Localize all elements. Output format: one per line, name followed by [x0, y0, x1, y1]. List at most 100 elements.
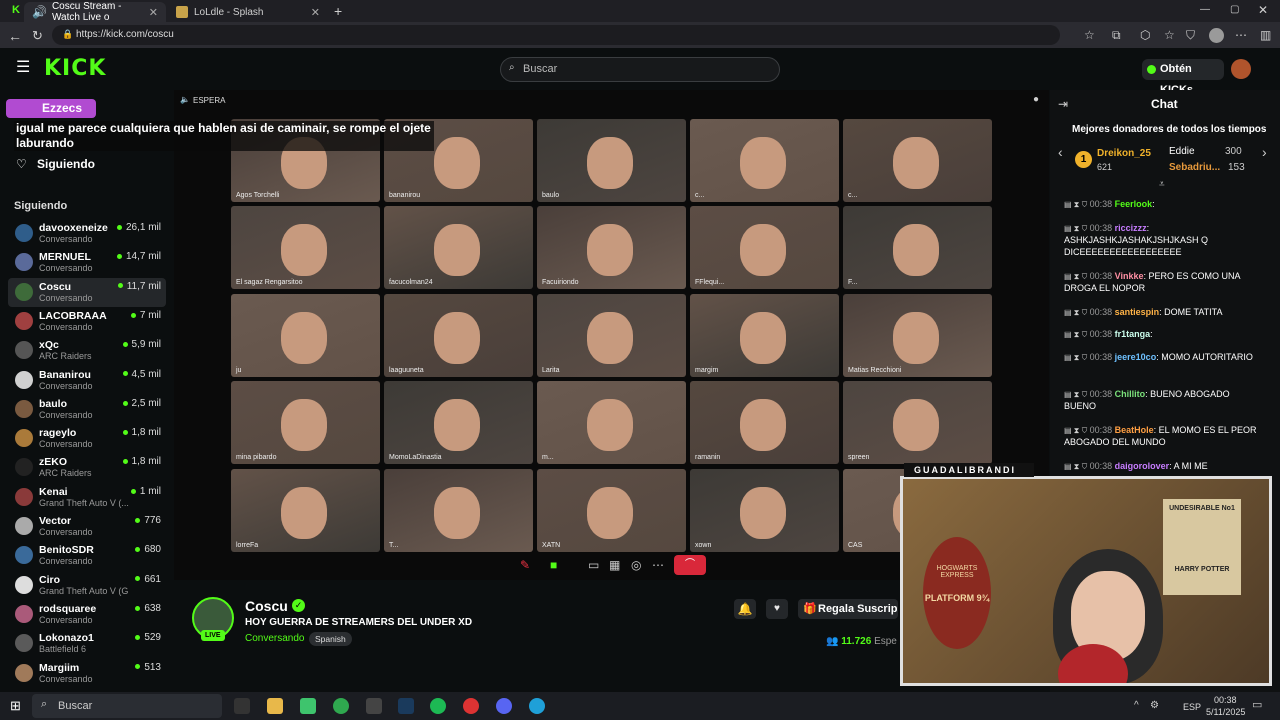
site-info-icon[interactable]: 🔒	[62, 30, 73, 39]
file-explorer-icon[interactable]	[267, 698, 283, 714]
language-tag[interactable]: Spanish	[309, 632, 352, 646]
bell-icon[interactable]: 🔔	[734, 599, 756, 619]
spotify-icon[interactable]	[430, 698, 446, 714]
extension-icon[interactable]: ⬡	[1140, 29, 1150, 41]
user-avatar[interactable]	[1231, 59, 1251, 79]
new-tab-icon[interactable]: +	[334, 4, 342, 18]
chat-bubble-icon[interactable]: ●	[1033, 95, 1039, 105]
taskbar-search[interactable]: Buscar	[32, 694, 222, 718]
effects-icon[interactable]: ◎	[631, 559, 641, 571]
participant-tile[interactable]: facucolman24	[384, 206, 533, 289]
discord-icon[interactable]	[496, 698, 512, 714]
tray-chevron-icon[interactable]: ^	[1134, 701, 1139, 711]
sidebar-item-coscu[interactable]: Coscu Conversando 11,7 mil	[8, 277, 166, 307]
edge-icon[interactable]	[529, 698, 545, 714]
tab-coscu[interactable]: 🔊 Coscu Stream - Watch Live o ✕	[24, 1, 166, 23]
back-icon[interactable]: ←	[8, 29, 22, 43]
sidebar-item-rodsquaree[interactable]: rodsquaree Conversando 638	[8, 600, 166, 629]
message-user[interactable]: Chillito	[1115, 389, 1146, 399]
stream-category[interactable]: Conversando	[245, 633, 304, 644]
message-user[interactable]: fr1tanga	[1115, 329, 1151, 339]
kick-logo[interactable]: KICK	[44, 56, 106, 81]
favorite-star-icon[interactable]: ☆	[1084, 29, 1095, 41]
app-icon[interactable]	[234, 698, 250, 714]
sidebar-item-bananirou[interactable]: Bananirou Conversando 4,5 mil	[8, 366, 166, 395]
participant-tile[interactable]: XATN	[537, 469, 686, 552]
windows-start-icon[interactable]: ⊞	[10, 699, 21, 712]
clock-date[interactable]: 5/11/2025	[1206, 707, 1245, 717]
url-input[interactable]: https://kick.com/coscu	[52, 25, 1060, 45]
close-tab-icon[interactable]: ✕	[311, 6, 320, 19]
expand-donors-icon[interactable]: ⩡	[1159, 180, 1165, 190]
sidebar-toggle-icon[interactable]: ▥	[1260, 29, 1271, 41]
message-user[interactable]: Vinkke	[1115, 271, 1144, 281]
shield-icon[interactable]: ⛉	[1186, 29, 1195, 41]
participant-tile[interactable]: m...	[537, 381, 686, 464]
participant-tile[interactable]: xown	[690, 469, 839, 552]
sidebar-item-lokonazo1[interactable]: Lokonazo1 Battlefield 6 529	[8, 629, 166, 658]
gift-sub-button[interactable]: 🎁 Regala Suscrip	[798, 599, 898, 619]
profile-avatar[interactable]	[1209, 28, 1224, 43]
speaker-icon[interactable]: 🔈	[180, 96, 190, 104]
sidebar-item-kenai[interactable]: Kenai Grand Theft Auto V (... 1 mil	[8, 483, 166, 512]
collapse-chat-icon[interactable]: ⇥	[1058, 98, 1068, 110]
participant-tile[interactable]: c...	[690, 119, 839, 202]
close-window-icon[interactable]: ✕	[1258, 4, 1268, 16]
mic-off-icon[interactable]: ✎	[520, 559, 530, 571]
participant-tile[interactable]: F...	[843, 206, 992, 289]
message-user[interactable]: santiespin	[1115, 307, 1160, 317]
favorites-icon[interactable]: ☆	[1164, 29, 1175, 41]
tab-loldle[interactable]: LoLdle - Splash ✕	[168, 2, 328, 22]
participant-tile[interactable]: Larita	[537, 294, 686, 377]
donor-name[interactable]: Dreikon_25	[1097, 148, 1151, 159]
hamburger-menu-icon[interactable]: ☰	[16, 60, 30, 76]
sidebar-item-rageylo[interactable]: rageylo Conversando 1,8 mil	[8, 424, 166, 453]
message-user[interactable]: daigorolover	[1115, 461, 1170, 471]
chevron-left-icon[interactable]: ‹	[1058, 145, 1063, 159]
participant-tile[interactable]: lorreFa	[231, 469, 380, 552]
message-user[interactable]: BeatHole	[1115, 425, 1154, 435]
minimize-icon[interactable]: —	[1200, 5, 1210, 15]
sidebar-item-benitosdr[interactable]: BenitoSDR Conversando 680	[8, 541, 166, 570]
participant-tile[interactable]: Matias Recchioni	[843, 294, 992, 377]
participant-tile[interactable]: Facuiriondo	[537, 206, 686, 289]
share-screen-icon[interactable]: ▭	[588, 559, 599, 571]
language-indicator[interactable]: ESP	[1183, 702, 1201, 712]
xbox-icon[interactable]	[333, 698, 349, 714]
more-icon[interactable]: ⋯	[652, 559, 664, 571]
participant-tile[interactable]: margim	[690, 294, 839, 377]
sidebar-item-zeko[interactable]: zEKO ARC Raiders 1,8 mil	[8, 453, 166, 482]
sidebar-item-margiim[interactable]: Margiim Conversando 513	[8, 659, 166, 688]
sidebar-item-vector[interactable]: Vector Conversando 776	[8, 512, 166, 541]
grid-icon[interactable]: ▦	[609, 559, 620, 571]
participant-tile[interactable]: baulo	[537, 119, 686, 202]
app-icon[interactable]	[300, 698, 316, 714]
epic-games-icon[interactable]	[366, 698, 382, 714]
participant-tile[interactable]: ju	[231, 294, 380, 377]
obs-icon[interactable]	[463, 698, 479, 714]
participant-tile[interactable]: El sagaz Rengarsitoo	[231, 206, 380, 289]
participant-tile[interactable]: spreen	[843, 381, 992, 464]
camera-icon[interactable]: ■	[550, 559, 557, 571]
menu-dots-icon[interactable]: ⋯	[1235, 29, 1247, 41]
heart-follow-icon[interactable]: ♥	[766, 599, 788, 619]
following-nav[interactable]: Siguiendo	[37, 157, 95, 171]
steam-icon[interactable]	[398, 698, 414, 714]
message-user[interactable]: jeere10co	[1115, 352, 1157, 362]
donor-name[interactable]: Sebadriu...	[1169, 162, 1220, 173]
participant-tile[interactable]: laaguuneta	[384, 294, 533, 377]
tray-icon[interactable]: ⚙	[1150, 701, 1159, 711]
participant-tile[interactable]: T...	[384, 469, 533, 552]
maximize-icon[interactable]: ▢	[1230, 5, 1239, 15]
participant-tile[interactable]: MomoLaDinastia	[384, 381, 533, 464]
sidebar-item-xqc[interactable]: xQc ARC Raiders 5,9 mil	[8, 336, 166, 365]
clock-time[interactable]: 00:38	[1214, 695, 1237, 705]
message-user[interactable]: riccizzz	[1115, 223, 1147, 233]
refresh-icon[interactable]: ↻	[32, 29, 43, 42]
sidebar-item-lacobraaa[interactable]: LACOBRAAA Conversando 7 mil	[8, 307, 166, 336]
notifications-icon[interactable]: ▭	[1252, 700, 1262, 711]
participant-tile[interactable]: FFlequi...	[690, 206, 839, 289]
participant-tile[interactable]: mina pibardo	[231, 381, 380, 464]
hang-up-button[interactable]: ⌒	[674, 555, 706, 575]
sidebar-item-baulo[interactable]: baulo Conversando 2,5 mil	[8, 395, 166, 424]
